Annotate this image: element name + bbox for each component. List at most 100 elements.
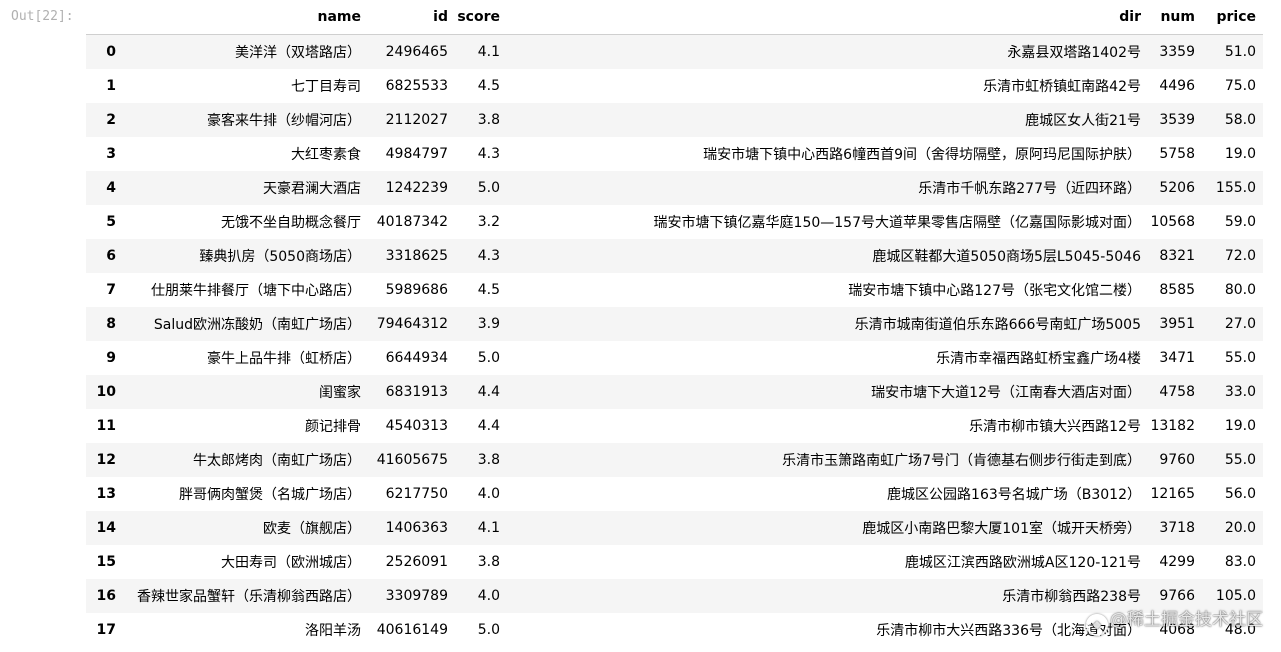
cell-price: 55.0 [1224,349,1256,366]
cell-dir: 鹿城区江滨西路欧洲城A区120-121号 [904,554,1141,571]
cell-name: 美洋洋（双塔路店） [235,44,361,61]
cell-name: 豪牛上品牛排（虹桥店） [207,350,361,367]
cell-id: 1406363 [385,519,448,536]
row-index: 3 [106,145,116,162]
dataframe-output: name id score dir num price 0 美洋洋（双塔路店） 24… [86,0,1263,647]
cell-score: 4.3 [477,247,500,264]
watermark-text: @稀土掘金技术社区 [1110,610,1263,630]
row-index: 13 [96,485,116,502]
cell-num: 4496 [1159,77,1195,94]
cell-score: 5.0 [477,179,500,196]
row-index: 17 [96,621,116,638]
cell-id: 2526091 [385,553,448,570]
table-row: 7 仕朋莱牛排餐厅（塘下中心路店） 5989686 4.5 瑞安市塘下镇中心路127号（… [86,273,1263,307]
cell-score: 5.0 [477,349,500,366]
table-row: 12 牛太郎烤肉（南虹广场店） 41605675 3.8 乐清市玉箫路南虹广场7号门（肯… [86,442,1263,477]
row-index: 9 [106,349,116,366]
cell-name: 欧麦（旗舰店） [263,520,361,537]
cell-dir: 鹿城区鞋都大道5050商场5层L5045-5046 [872,248,1141,265]
cell-price: 33.0 [1224,383,1256,400]
table-row: 9 豪牛上品牛排（虹桥店） 6644934 5.0 乐清市幸福西路虹桥宝鑫广场4楼 347… [86,341,1263,375]
cell-name: 颜记排骨 [305,418,361,435]
table-row: 5 无饿不坐自助概念餐厅 40187342 3.2 瑞安市塘下镇亿嘉华庭150—157号… [86,205,1263,239]
cell-num: 12165 [1150,485,1195,502]
table-row: 8 Salud欧洲冻酸奶（南虹广场店） 79464312 3.9 乐清市城南街道伯乐东路… [86,306,1263,341]
cell-name: 牛太郎烤肉（南虹广场店） [193,452,361,469]
cell-id: 79464312 [376,315,448,332]
cell-price: 19.0 [1224,417,1256,434]
cell-price: 59.0 [1224,213,1256,230]
cell-score: 4.4 [477,383,500,400]
cell-num: 10568 [1150,213,1195,230]
cell-num: 3951 [1159,315,1195,332]
cell-name: 胖哥俩肉蟹煲（名城广场店） [179,486,361,503]
cell-num: 3359 [1159,43,1195,60]
cell-name: 闺蜜家 [319,384,361,401]
cell-dir: 乐清市幸福西路虹桥宝鑫广场4楼 [936,350,1141,367]
cell-dir: 乐清市柳市大兴西路336号（北海道对面） [876,622,1141,639]
table-row: 2 豪客来牛排（纱帽河店） 2112027 3.8 鹿城区女人街21号 3539 58.0 [86,102,1263,137]
row-index: 4 [106,179,116,196]
row-index: 16 [96,587,116,604]
row-index: 15 [96,553,116,570]
row-index: 10 [96,383,116,400]
table-body: 0 美洋洋（双塔路店） 2496465 4.1 永嘉县双塔路1402号 3359 51.0 1… [86,34,1263,647]
cell-score: 4.0 [477,587,500,604]
cell-name: 仕朋莱牛排餐厅（塘下中心路店） [151,282,361,299]
column-header-name: name [116,0,368,35]
table-row: 14 欧麦（旗舰店） 1406363 4.1 鹿城区小南路巴黎大厦101室（城开天桥旁）… [86,510,1263,545]
cell-id: 2496465 [385,43,448,60]
row-index: 7 [106,281,116,298]
cell-dir: 鹿城区小南路巴黎大厦101室（城开天桥旁） [862,520,1141,537]
cell-price: 155.0 [1215,179,1256,196]
cell-name: 七丁目寿司 [291,78,361,95]
column-header-score: score [455,0,507,35]
cell-name: 大田寿司（欧洲城店） [221,554,361,571]
table-row: 13 胖哥俩肉蟹煲（名城广场店） 6217750 4.0 鹿城区公园路163号名城广场（… [86,477,1263,511]
juejin-logo-icon: ◆ [1086,614,1108,636]
cell-num: 5206 [1159,179,1195,196]
cell-score: 3.8 [477,553,500,570]
cell-id: 40616149 [376,621,448,638]
column-header-num: num [1148,0,1202,35]
table-row: 3 大红枣素食 4984797 4.3 瑞安市塘下镇中心西路6幢西首9间（舍得坊隔壁，原… [86,137,1263,171]
cell-name: Salud欧洲冻酸奶（南虹广场店） [153,316,361,333]
column-header-price: price [1202,0,1263,35]
cell-score: 4.4 [477,417,500,434]
cell-dir: 鹿城区公园路163号名城广场（B3012） [887,486,1141,503]
cell-dir: 乐清市柳翁西路238号 [1002,588,1141,605]
cell-price: 58.0 [1224,111,1256,128]
cell-dir: 乐清市虹桥镇虹南路42号 [983,78,1141,95]
cell-id: 6831913 [385,383,448,400]
column-header-id: id [368,0,455,35]
cell-score: 3.8 [477,451,500,468]
cell-dir: 乐清市千帆东路277号（近四环路） [918,180,1141,197]
cell-name: 洛阳羊汤 [305,622,361,639]
cell-score: 3.8 [477,111,500,128]
cell-score: 4.5 [477,77,500,94]
cell-id: 41605675 [376,451,448,468]
table-row: 15 大田寿司（欧洲城店） 2526091 3.8 鹿城区江滨西路欧洲城A区120-12… [86,545,1263,579]
cell-dir: 瑞安市塘下镇亿嘉华庭150—157号大道苹果零售店隔壁（亿嘉国际影城对面） [653,214,1141,231]
cell-price: 75.0 [1224,77,1256,94]
cell-price: 20.0 [1224,519,1256,536]
cell-dir: 永嘉县双塔路1402号 [1007,44,1141,61]
cell-price: 72.0 [1224,247,1256,264]
dataframe-table: name id score dir num price 0 美洋洋（双塔路店） 24… [86,0,1263,647]
cell-num: 8321 [1159,247,1195,264]
cell-id: 6217750 [385,485,448,502]
cell-name: 豪客来牛排（纱帽河店） [207,112,361,129]
cell-price: 56.0 [1224,485,1256,502]
cell-num: 3718 [1159,519,1195,536]
cell-score: 4.3 [477,145,500,162]
cell-price: 80.0 [1224,281,1256,298]
row-index: 14 [96,519,116,536]
cell-id: 6825533 [385,77,448,94]
row-index: 0 [106,43,116,60]
cell-name: 香辣世家品蟹轩（乐清柳翁西路店） [137,588,361,605]
cell-price: 55.0 [1224,451,1256,468]
cell-id: 40187342 [376,213,448,230]
cell-num: 13182 [1150,417,1195,434]
cell-dir: 乐清市玉箫路南虹广场7号门（肯德基右侧步行街走到底） [782,452,1141,469]
cell-name: 无饿不坐自助概念餐厅 [221,214,361,231]
